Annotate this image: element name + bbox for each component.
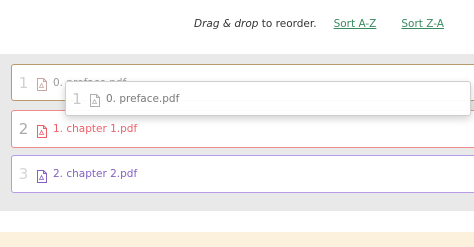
pdf-file-icon (37, 76, 47, 91)
pdf-file-icon (37, 168, 47, 183)
reorder-hint-text: to reorder. (258, 18, 317, 30)
file-name: 0. preface.pdf (106, 92, 180, 105)
toolbar: Drag & drop to reorder. Sort A-Z Sort Z-… (0, 14, 474, 34)
list-item[interactable]: 3 2. chapter 2.pdf (11, 155, 474, 193)
file-name: 2. chapter 2.pdf (53, 168, 138, 180)
dragged-list-item[interactable]: 1 0. preface.pdf (65, 81, 471, 116)
item-order-number: 1 (72, 89, 82, 108)
item-order-number: 2 (18, 120, 29, 138)
reorder-hint: Drag & drop to reorder. (194, 18, 317, 30)
pdf-file-icon (37, 123, 47, 138)
pdf-file-icon (90, 92, 100, 107)
item-order-number: 3 (18, 165, 29, 183)
page: Drag & drop to reorder. Sort A-Z Sort Z-… (0, 0, 474, 247)
file-name: 1. chapter 1.pdf (53, 123, 138, 135)
reorder-hint-emphasis: Drag & drop (194, 18, 259, 30)
footer-strip (0, 232, 474, 247)
item-order-number: 1 (18, 73, 29, 92)
sort-a-z-link[interactable]: Sort A-Z (334, 18, 377, 30)
sort-z-a-link[interactable]: Sort Z-A (401, 18, 444, 30)
